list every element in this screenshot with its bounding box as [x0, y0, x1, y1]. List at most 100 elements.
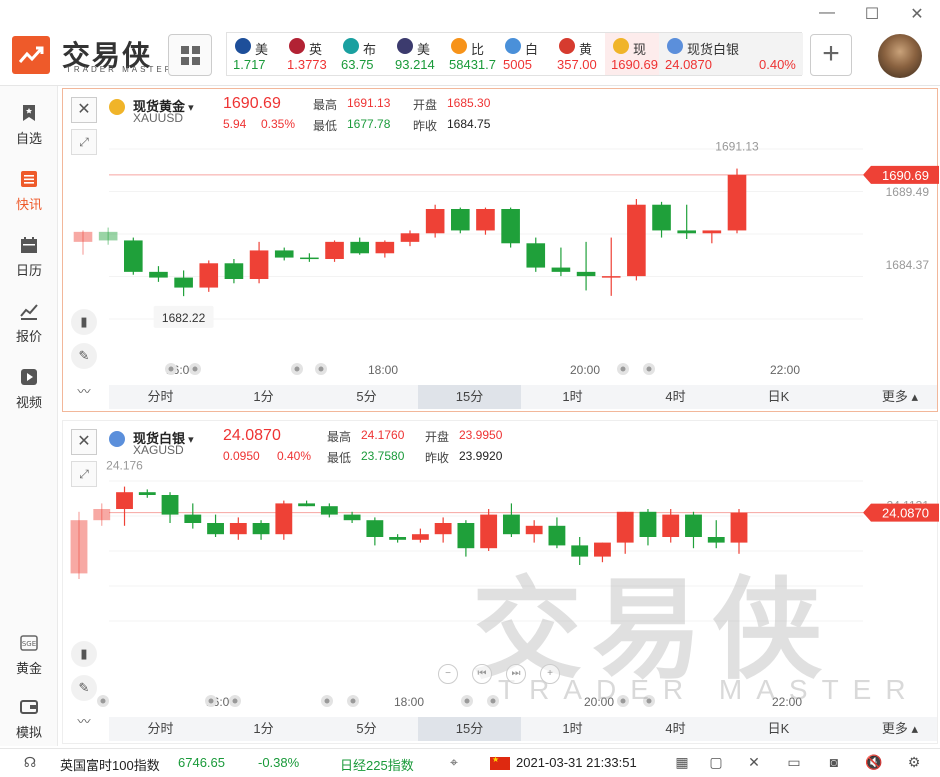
- high-annotation: 1691.13: [715, 140, 759, 154]
- event-dot-core: [464, 698, 470, 704]
- close-panel-button[interactable]: ✕: [71, 97, 97, 123]
- video-icon: [21, 369, 37, 385]
- timeframe-5[interactable]: 4时: [624, 717, 727, 741]
- timeframe-4[interactable]: 1时: [521, 717, 624, 741]
- ticker-item[interactable]: 现货白银 24.0870 0.40%: [659, 33, 803, 75]
- candle-body: [70, 520, 88, 574]
- price-change: 5.94: [223, 117, 247, 131]
- ticker-item[interactable]: 美 1.717: [227, 33, 281, 75]
- candle-body: [730, 512, 748, 543]
- high-value: 24.1760: [361, 428, 405, 442]
- ticker-icon: [451, 38, 467, 54]
- ticker-name: 现: [633, 42, 647, 57]
- user-avatar[interactable]: [878, 34, 922, 78]
- timeframe-3[interactable]: 15分: [418, 385, 521, 409]
- zoom-in-icon[interactable]: +: [540, 664, 560, 684]
- ticker-item[interactable]: 布 63.75: [335, 33, 389, 75]
- headset-icon[interactable]: ☊: [20, 754, 40, 772]
- header: — ☐ ✕ 交易侠 TRADER MASTER 美 1.717 英 1.3773 布 63…: [0, 0, 940, 86]
- ticker-item[interactable]: 比 58431.7: [443, 33, 497, 75]
- add-ticker-button[interactable]: +: [810, 34, 852, 76]
- timeframe-7[interactable]: 更多 ▴: [830, 385, 934, 409]
- candle-body: [457, 523, 475, 549]
- candle-body: [571, 545, 589, 557]
- wallet-icon: [20, 700, 38, 714]
- ticker-item[interactable]: 白 5005: [497, 33, 551, 75]
- ticker-item[interactable]: 黄 357.00: [551, 33, 605, 75]
- tools-icon[interactable]: ✕: [744, 754, 764, 772]
- ticker-item[interactable]: 英 1.3773: [281, 33, 335, 75]
- close-panel-button[interactable]: ✕: [71, 429, 97, 455]
- candle-body: [124, 240, 143, 272]
- candle-body: [434, 523, 452, 535]
- candle-body: [685, 514, 702, 537]
- ticker-price: 63.75: [341, 57, 374, 72]
- settings-icon[interactable]: ⚙: [904, 754, 924, 772]
- logo-subtitle: TRADER MASTER: [66, 65, 174, 74]
- draw-pencil-icon[interactable]: ✎: [71, 675, 97, 701]
- timeframe-3[interactable]: 15分: [418, 717, 521, 741]
- ticker-icon: [505, 38, 521, 54]
- candlestick-chart-gold[interactable]: 1689.491684.371690.691691.131682.2216:00…: [63, 89, 939, 385]
- satellite-icon[interactable]: ⌖: [444, 754, 464, 772]
- candle-body: [320, 506, 338, 515]
- timeframe-0[interactable]: 分时: [109, 717, 212, 741]
- sidebar-item-video[interactable]: 视频: [0, 356, 58, 414]
- candle-body: [98, 231, 118, 241]
- price-change-pct: 0.35%: [261, 117, 296, 131]
- timeframe-7[interactable]: 更多 ▴: [830, 717, 934, 741]
- high-label: 最高: [327, 430, 352, 444]
- ticker-item[interactable]: 美 93.214: [389, 33, 443, 75]
- timeframe-bar: 分时 1分 5分 15分 1时 4时 日K 更多 ▴: [109, 385, 937, 409]
- timeframe-5[interactable]: 4时: [624, 385, 727, 409]
- timeframe-6[interactable]: 日K: [727, 717, 830, 741]
- logo-icon: [12, 36, 50, 74]
- event-dot-core: [620, 366, 626, 372]
- expand-icon[interactable]: ⤢: [71, 461, 97, 487]
- timeframe-2[interactable]: 5分: [315, 385, 418, 409]
- sidebar-item-gold[interactable]: SGE 黄金: [0, 622, 58, 680]
- open-label: 开盘: [413, 98, 438, 112]
- sidebar-item-quotes[interactable]: 报价: [0, 290, 58, 348]
- x-tick-label: 22:00: [772, 695, 802, 709]
- layout-grid-button[interactable]: [168, 34, 212, 76]
- candle-body: [224, 263, 244, 279]
- sidebar-item-watchlist[interactable]: 自选: [0, 92, 58, 150]
- ticker-item[interactable]: 现 1690.69: [605, 33, 659, 75]
- expand-icon[interactable]: ⤢: [71, 129, 97, 155]
- candlestick-chart-silver[interactable]: 24.113124.087024.17616:0018:0020:0022:00: [63, 421, 939, 717]
- message-icon[interactable]: ▭: [784, 754, 804, 772]
- timeframe-2[interactable]: 5分: [315, 717, 418, 741]
- zoom-out-icon[interactable]: −: [438, 664, 458, 684]
- close-window-button[interactable]: ✕: [908, 4, 926, 24]
- candle-type-icon[interactable]: ▮: [71, 309, 97, 335]
- index-name-2[interactable]: 日经225指数: [340, 755, 414, 774]
- mute-icon[interactable]: 🔇: [864, 754, 884, 772]
- timeframe-1[interactable]: 1分: [212, 385, 315, 409]
- draw-pencil-icon[interactable]: ✎: [71, 343, 97, 369]
- candle-body: [502, 514, 520, 535]
- camera-icon[interactable]: ◙: [824, 754, 844, 772]
- timeframe-4[interactable]: 1时: [521, 385, 624, 409]
- index-name[interactable]: 英国富时100指数: [60, 755, 160, 774]
- candle-type-icon[interactable]: ▮: [71, 641, 97, 667]
- sidebar-item-simulate[interactable]: 模拟: [0, 686, 58, 744]
- ticker-price: 5005: [503, 57, 532, 72]
- sidebar-item-news[interactable]: 快讯: [0, 158, 58, 216]
- indicator-icon[interactable]: 〰: [71, 379, 97, 405]
- timeframe-6[interactable]: 日K: [727, 385, 830, 409]
- calculator-icon[interactable]: ▦: [672, 754, 692, 772]
- event-dot-core: [294, 366, 300, 372]
- sidebar-item-calendar[interactable]: 日历: [0, 224, 58, 282]
- candle-body: [476, 209, 495, 231]
- maximize-button[interactable]: ☐: [863, 4, 881, 24]
- sidebar: 自选 快讯 日历 报价 视频 SGE 黄金 模拟: [0, 86, 58, 746]
- timeframe-0[interactable]: 分时: [109, 385, 212, 409]
- timeframe-1[interactable]: 1分: [212, 717, 315, 741]
- indicator-icon[interactable]: 〰: [71, 709, 97, 735]
- skip-end-icon[interactable]: ⏭: [506, 664, 526, 684]
- chat-icon[interactable]: ▢: [706, 754, 726, 772]
- gold-coin-icon: [109, 99, 125, 115]
- minimize-button[interactable]: —: [818, 4, 836, 22]
- skip-start-icon[interactable]: ⏮: [472, 664, 492, 684]
